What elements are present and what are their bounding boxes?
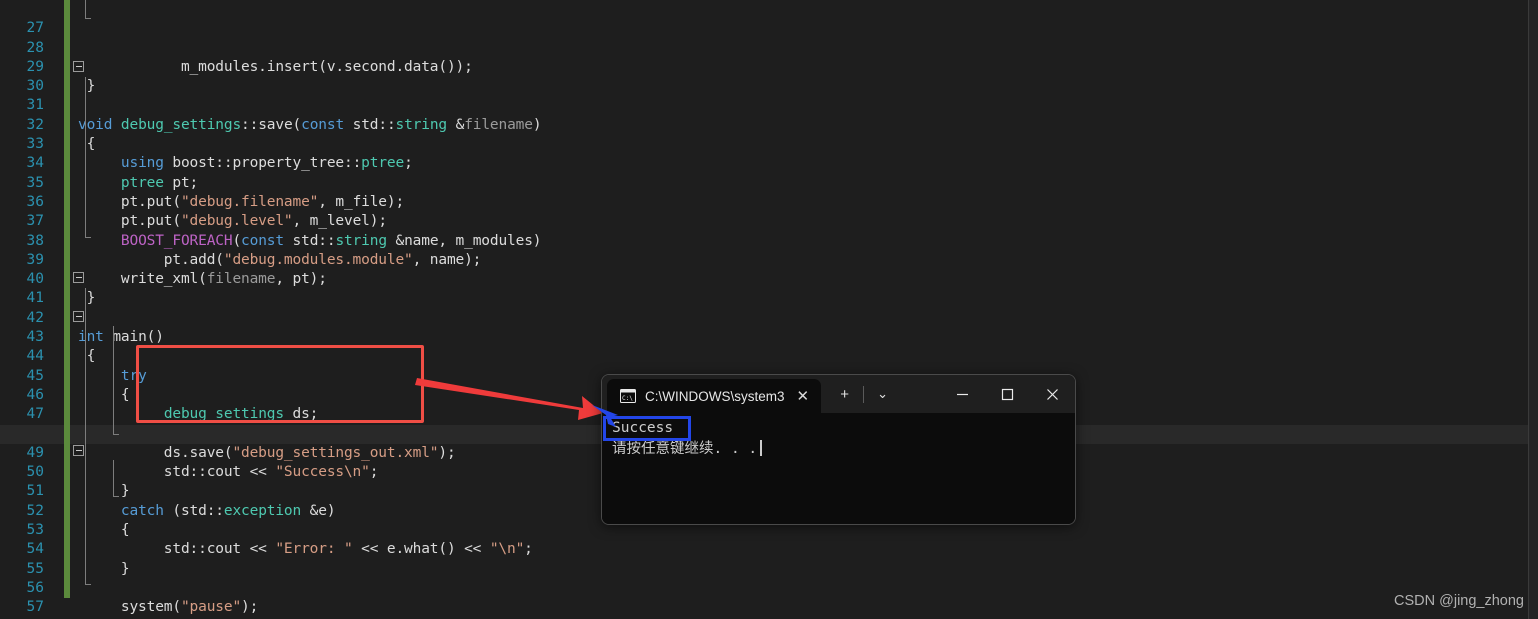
fold-toggle-line-43[interactable] <box>73 311 84 322</box>
code-line-36[interactable]: 36 BOOST_FOREACH(const std::string &name… <box>0 173 1528 249</box>
change-bar <box>64 96 70 116</box>
terminal-tab-actions[interactable]: + ⌄ <box>829 375 898 413</box>
code-line-31[interactable]: 31 { <box>0 77 1528 152</box>
change-bar <box>64 482 70 502</box>
change-bar <box>64 366 70 386</box>
terminal-window[interactable]: C:\ C:\WINDOWS\system3 ✕ + ⌄ Success 请按任… <box>601 374 1076 525</box>
svg-text:C:\: C:\ <box>622 395 633 402</box>
line-number: 57 <box>26 599 44 616</box>
change-bar <box>64 347 70 367</box>
editor-scrollbar-track[interactable] <box>1529 0 1538 619</box>
minimize-button[interactable] <box>940 375 985 413</box>
change-bar <box>64 38 70 58</box>
change-bar <box>64 578 70 599</box>
change-bar <box>64 308 70 329</box>
terminal-output-line-1: Success <box>612 420 674 436</box>
window-controls[interactable] <box>940 375 1075 413</box>
change-bar <box>64 270 70 290</box>
change-bar <box>64 250 70 271</box>
fold-toggle-line-41[interactable] <box>73 272 84 283</box>
change-bar <box>64 212 70 232</box>
change-bar <box>64 540 70 560</box>
change-bar <box>64 0 70 20</box>
fold-end-marker <box>85 18 91 19</box>
code-line-39[interactable]: 39 } <box>0 231 1528 306</box>
code-text: system("pause"); <box>78 599 259 616</box>
code-line-55[interactable]: 55 system("pause"); <box>0 540 1528 615</box>
code-line-28[interactable]: 28 } <box>0 19 1528 94</box>
action-separator <box>863 385 865 403</box>
indent-guide <box>113 326 114 434</box>
watermark-text: CSDN @jing_zhong <box>1394 593 1524 609</box>
change-bar <box>64 328 70 348</box>
change-bar <box>64 57 70 78</box>
indent-guide <box>85 77 86 105</box>
console-icon: C:\ <box>620 389 636 403</box>
change-bar <box>64 154 70 174</box>
change-bar <box>64 443 70 464</box>
change-bar <box>64 192 70 213</box>
change-bar <box>64 115 70 136</box>
change-bar <box>64 521 70 541</box>
close-button[interactable] <box>1030 375 1075 413</box>
change-bar <box>64 385 70 406</box>
code-line-56[interactable]: 56 return 0; <box>0 559 1528 619</box>
indent-guide <box>85 105 86 237</box>
change-bar <box>64 231 70 251</box>
code-line-29[interactable]: 29 <box>0 38 1528 75</box>
screenshot-root: 27 m_modules.insert(v.second.data()); 28… <box>0 0 1538 619</box>
change-bar <box>64 173 70 193</box>
code-line-38[interactable]: 38 write_xml(filename, pt); <box>0 212 1528 287</box>
code-line-41[interactable]: 41 int main() <box>0 270 1528 345</box>
change-bar <box>64 463 70 483</box>
indent-guide <box>85 0 86 18</box>
indent-guide <box>113 460 114 496</box>
change-bar <box>64 501 70 522</box>
change-bar <box>64 77 70 97</box>
change-bar <box>64 424 70 444</box>
fold-end-marker <box>85 584 91 585</box>
terminal-output-line-2: 请按任意键继续. . . <box>612 439 1075 460</box>
change-bar <box>64 405 70 425</box>
chevron-down-icon[interactable]: ⌄ <box>867 377 898 411</box>
change-bar <box>64 135 70 155</box>
fold-toggle-line-50[interactable] <box>73 445 84 456</box>
fold-end-marker <box>113 434 119 435</box>
code-line-42[interactable]: 42 { <box>0 289 1528 364</box>
code-line-45[interactable]: 45 debug_settings ds; <box>0 347 1528 422</box>
tab-close-icon[interactable]: ✕ <box>794 387 813 406</box>
change-bar <box>64 19 70 39</box>
code-line-34[interactable]: 34 pt.put("debug.filename", m_file); <box>0 135 1528 210</box>
indent-guide <box>85 312 86 584</box>
terminal-tab-title: C:\WINDOWS\system3 <box>645 388 785 404</box>
code-line-33[interactable]: 33 ptree pt; <box>0 115 1528 191</box>
fold-end-marker <box>85 237 91 238</box>
fold-end-marker <box>113 496 119 497</box>
change-bar <box>64 289 70 309</box>
code-line-44[interactable]: 44 { <box>0 328 1528 403</box>
code-line-37[interactable]: 37 pt.add("debug.modules.module", name); <box>0 192 1528 268</box>
code-line-57[interactable]: 57 } <box>0 578 1528 615</box>
code-line-27[interactable]: 27 m_modules.insert(v.second.data()); <box>0 0 1528 75</box>
code-editor[interactable]: 27 m_modules.insert(v.second.data()); 28… <box>0 0 1538 619</box>
new-tab-button[interactable]: + <box>829 377 860 411</box>
indent-guide <box>85 288 86 312</box>
change-bar <box>64 559 70 579</box>
terminal-titlebar[interactable]: C:\ C:\WINDOWS\system3 ✕ + ⌄ <box>602 375 1075 413</box>
code-line-43[interactable]: 43 try <box>0 308 1528 384</box>
terminal-prompt-text: 请按任意键继续. . . <box>612 441 758 457</box>
terminal-cursor <box>760 440 762 456</box>
maximize-button[interactable] <box>985 375 1030 413</box>
fold-toggle-line-30[interactable] <box>73 61 84 72</box>
code-line-35[interactable]: 35 pt.put("debug.level", m_level); <box>0 154 1528 229</box>
code-lines-container[interactable]: 27 m_modules.insert(v.second.data()); 28… <box>0 0 1528 619</box>
code-line-30[interactable]: 30 void debug_settings::save(const std::… <box>0 57 1528 133</box>
terminal-tab[interactable]: C:\ C:\WINDOWS\system3 ✕ <box>607 379 822 413</box>
code-line-32[interactable]: 32 using boost::property_tree::ptree; <box>0 96 1528 171</box>
terminal-output-area[interactable]: Success 请按任意键继续. . . <box>602 413 1075 524</box>
code-line-40[interactable]: 40 <box>0 250 1528 287</box>
